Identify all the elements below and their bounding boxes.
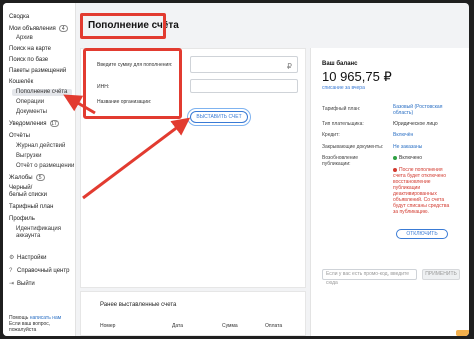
sidebar-item-label: Тарифный план: [9, 204, 54, 210]
invoices-title: Ранее выставленные счета: [100, 302, 177, 308]
closing-docs-value[interactable]: Не заказаны: [393, 144, 422, 150]
sidebar-item-label: Документы: [16, 109, 47, 115]
sidebar-item-summary[interactable]: Сводка: [9, 14, 29, 21]
sidebar: Сводка Мои объявления 4 Архив Поиск на ка…: [3, 3, 76, 336]
apply-promo-button[interactable]: ПРИМЕНИТЬ: [422, 269, 460, 280]
sidebar-item-settings[interactable]: ⚙ Настройки: [9, 255, 46, 262]
annotation-title-highlight: [80, 13, 166, 39]
sidebar-item-label: Пакеты размещений: [9, 68, 67, 74]
annotation-form-highlight: [83, 48, 182, 119]
republish-label: Возобновление публикации:: [322, 155, 359, 167]
column-header-payment: Оплата: [265, 323, 283, 329]
balance-panel: Ваш баланс 10 965,75 ₽ списание за вчера…: [310, 48, 469, 336]
help-icon: ?: [9, 268, 13, 274]
column-header-amount: Сумма: [222, 323, 238, 329]
status-dot-icon: [393, 155, 397, 160]
sidebar-item-label: Идентификация аккаунта: [16, 226, 61, 239]
help-caption: Если ваш вопрос, пожалуйста: [9, 321, 51, 333]
sidebar-item-label: Справочный центр: [17, 268, 70, 274]
sidebar-item-placement-report[interactable]: Отчёт о размещении: [16, 163, 74, 170]
sidebar-item-label: Поиск на карте: [9, 46, 51, 52]
sidebar-item-packages[interactable]: Пакеты размещений: [9, 68, 66, 75]
sidebar-item-label: Профиль: [9, 216, 35, 222]
sidebar-item-label: Отчёты: [9, 133, 30, 139]
help-text: Помощь написать нам Если ваш вопрос, пож…: [9, 315, 75, 333]
sidebar-item-label: Кошелёк: [9, 79, 34, 85]
sidebar-item-logout[interactable]: ⇥ Выйти: [9, 281, 35, 288]
warning-icon: [456, 330, 469, 336]
promo-code-input[interactable]: Если у вас есть промо-код, введите сюда: [322, 269, 417, 286]
sidebar-item-map-search[interactable]: Поиск на карте: [9, 46, 51, 53]
balance-value: 10 965,75 ₽: [322, 69, 392, 84]
sidebar-item-label: Операции: [16, 99, 45, 105]
sidebar-item-label: Журнал действий: [16, 143, 66, 149]
sidebar-item-identification[interactable]: Идентификация аккаунта: [16, 226, 71, 240]
yesterday-charges-link[interactable]: списание за вчера: [322, 85, 365, 91]
sidebar-item-label: Пополнение счёта: [16, 89, 68, 95]
sidebar-item-label: Черный/белый списки: [9, 185, 47, 198]
sidebar-item-label: Сводка: [9, 14, 30, 20]
sidebar-item-label: Настройки: [17, 255, 47, 261]
balance-label: Ваш баланс: [322, 61, 358, 67]
count-badge: 4: [58, 25, 68, 32]
tariff-label: Тарифный план:: [322, 106, 361, 112]
sidebar-item-label: Уведомления: [9, 121, 47, 127]
sidebar-item-operations[interactable]: Операции: [16, 99, 44, 106]
payer-type-label: Тип плательщика:: [322, 121, 364, 127]
tariff-value[interactable]: Базовый (Ростовская область): [393, 104, 463, 116]
sidebar-item-topup[interactable]: Пополнение счёта: [12, 89, 72, 96]
sidebar-item-action-log[interactable]: Журнал действий: [16, 143, 65, 150]
sidebar-item-label: Жалобы: [9, 175, 33, 181]
main-content: Пополнение счёта Введите сумму для попол…: [77, 3, 469, 336]
ruble-sign: ₽: [286, 62, 292, 71]
sidebar-item-my-ads[interactable]: Мои объявления 4: [9, 25, 68, 33]
count-badge: 5: [35, 174, 45, 181]
sidebar-item-label: Мои объявления: [9, 26, 56, 32]
credit-label: Кредит:: [322, 132, 340, 138]
sidebar-item-complaints[interactable]: Жалобы 5: [9, 174, 45, 182]
sidebar-item-label: Архив: [16, 35, 33, 41]
count-badge: 17: [49, 120, 59, 127]
sidebar-item-exports[interactable]: Выгрузки: [16, 153, 42, 160]
credit-value[interactable]: Включён: [393, 132, 413, 138]
sidebar-item-label: Выгрузки: [16, 153, 42, 159]
app-window: Сводка Мои объявления 4 Архив Поиск на ка…: [3, 3, 469, 336]
sidebar-item-notifications[interactable]: Уведомления 17: [9, 120, 59, 128]
sidebar-item-profile[interactable]: Профиль: [9, 216, 35, 223]
sidebar-item-db-search[interactable]: Поиск по базе: [9, 57, 48, 64]
closing-docs-label: Закрывающие документы:: [322, 144, 384, 150]
sidebar-item-tariff[interactable]: Тарифный план: [9, 204, 53, 211]
sidebar-item-help-center[interactable]: ? Справочный центр: [9, 268, 69, 275]
invoices-card: [80, 291, 306, 336]
warning-dot-icon: [393, 167, 397, 172]
disable-button[interactable]: ОТКЛЮЧИТЬ: [396, 229, 448, 239]
amount-input[interactable]: ₽: [190, 56, 298, 73]
sidebar-item-lists[interactable]: Черный/белый списки: [9, 185, 49, 199]
column-header-date: Дата: [172, 323, 184, 329]
warning-message: После пополнения счета будет отключено в…: [393, 167, 451, 215]
org-name-field: [190, 95, 298, 107]
sidebar-item-label: Поиск по базе: [9, 57, 49, 63]
payer-type-value: Юридическое лицо: [393, 121, 438, 127]
sidebar-item-archive[interactable]: Архив: [16, 35, 33, 42]
sidebar-item-label: Выйти: [17, 281, 35, 287]
warning-text: После пополнения счета будет отключено в…: [393, 167, 450, 215]
gear-icon: ⚙: [9, 255, 15, 261]
column-header-number: Номер: [100, 323, 116, 329]
republish-status: Включено: [399, 155, 423, 161]
issue-invoice-button[interactable]: ВЫСТАВИТЬ СЧЕТ: [190, 111, 248, 123]
republish-value: Включено: [393, 155, 422, 161]
sidebar-item-documents[interactable]: Документы: [16, 109, 47, 116]
sidebar-item-reports[interactable]: Отчёты: [9, 133, 30, 140]
inn-input[interactable]: [190, 79, 298, 93]
logout-icon: ⇥: [9, 281, 15, 287]
sidebar-item-wallet[interactable]: Кошелёк: [9, 79, 33, 86]
sidebar-item-label: Отчёт о размещении: [16, 163, 75, 169]
